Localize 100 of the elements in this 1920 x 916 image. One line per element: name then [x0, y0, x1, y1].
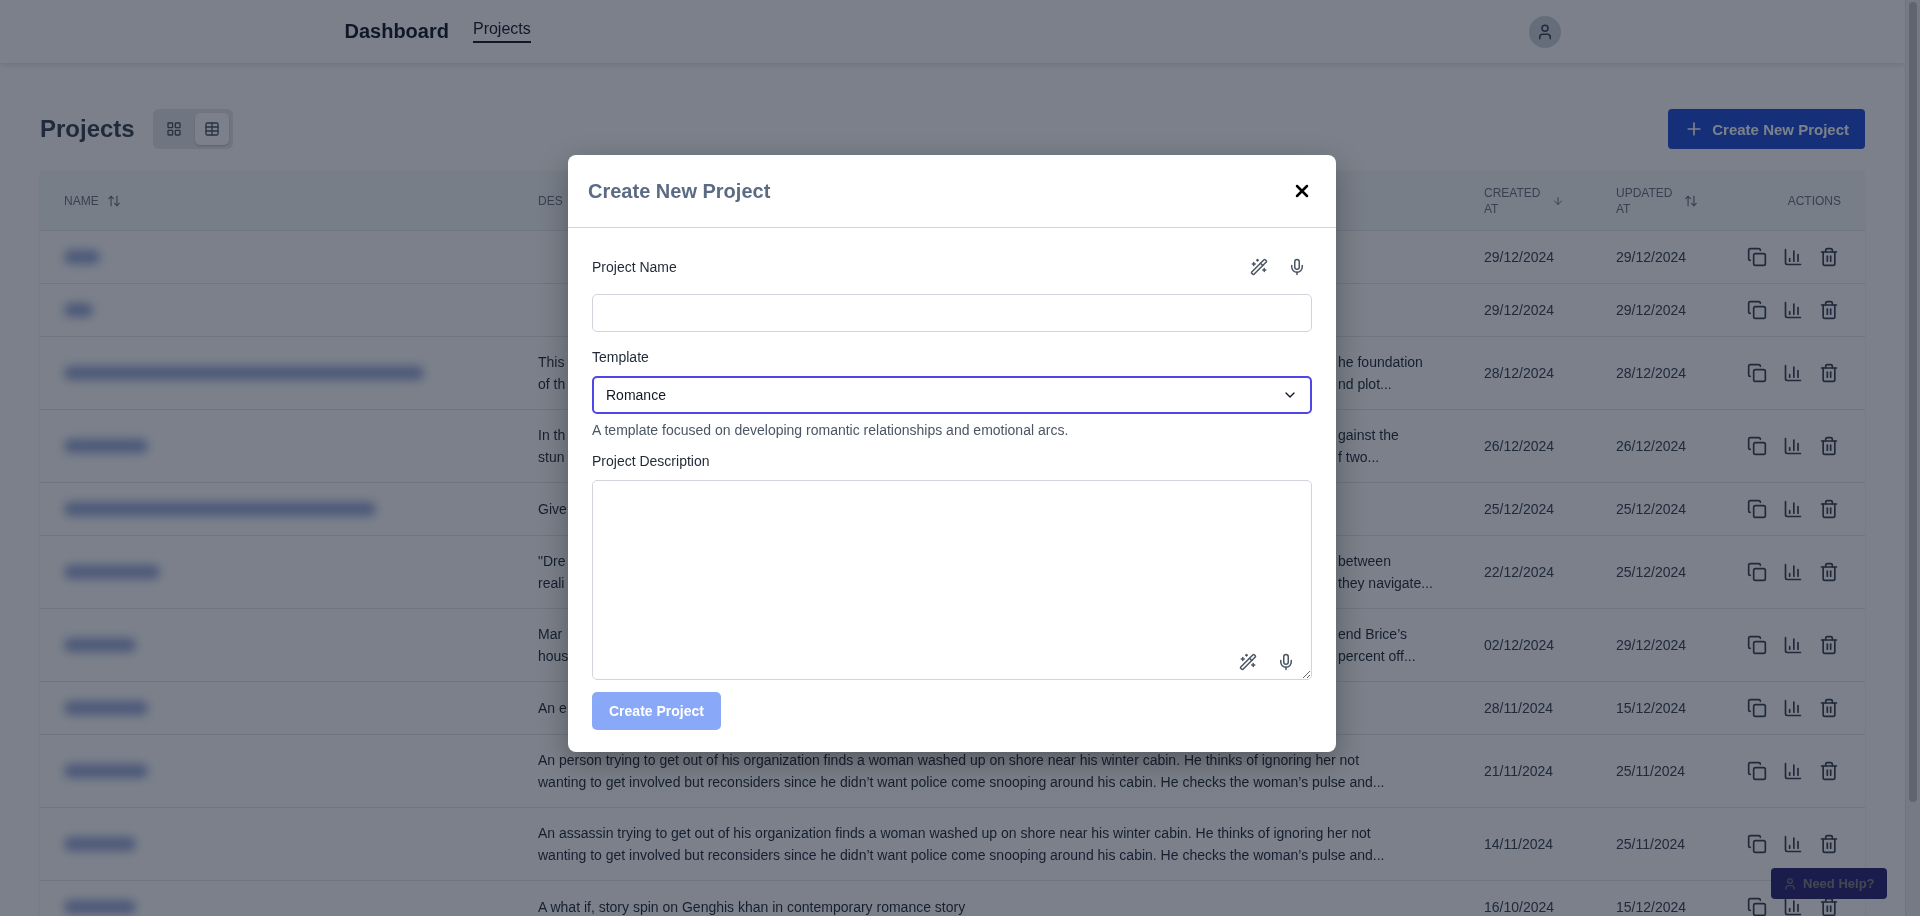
description-text: percent off...	[1338, 647, 1417, 666]
description-text: wanting to get involved but reconsiders since he didn’t want police come snooping around his cabin. He checks the woman’s pulse and...	[538, 773, 1386, 792]
bar-chart-icon[interactable]	[1783, 635, 1803, 655]
created-date: 25/12/2024	[1483, 501, 1556, 517]
copy-icon[interactable]	[1747, 698, 1767, 718]
bar-chart-icon[interactable]	[1783, 300, 1803, 320]
updated-date: 29/12/2024	[1615, 302, 1688, 318]
description-text: reali	[538, 574, 566, 593]
trash-icon[interactable]	[1819, 300, 1839, 320]
updated-date: 26/12/2024	[1615, 438, 1688, 454]
created-date: 28/11/2024	[1483, 700, 1555, 716]
sort-icon[interactable]	[1684, 193, 1698, 208]
template-hint: A template focused on developing romantic relationships and emotional arcs.	[592, 422, 1070, 438]
created-date: 29/12/2024	[1483, 249, 1556, 265]
description-text: This	[538, 353, 566, 372]
description-text: wanting to get involved but reconsiders since he didn’t want police come snooping around his cabin. He checks the woman’s pulse and...	[538, 846, 1386, 865]
trash-icon[interactable]	[1819, 363, 1839, 383]
description-text: An person trying to get out of his organization finds a woman washed up on shore near his winter cabin. He thinks of ignoring her not	[538, 751, 1361, 770]
table-icon	[203, 121, 220, 137]
field-label: Template	[592, 349, 649, 365]
created-date: 21/11/2024	[1483, 763, 1555, 779]
created-date: 14/11/2024	[1483, 836, 1555, 852]
column-header: ACTIONS	[1787, 192, 1841, 209]
copy-icon[interactable]	[1747, 499, 1767, 519]
trash-icon[interactable]	[1819, 436, 1839, 456]
bar-chart-icon[interactable]	[1783, 761, 1803, 781]
description-text: between	[1338, 552, 1392, 571]
trash-icon[interactable]	[1819, 499, 1839, 519]
copy-icon[interactable]	[1747, 363, 1767, 383]
trash-icon[interactable]	[1819, 247, 1839, 267]
bar-chart-icon[interactable]	[1783, 897, 1803, 916]
updated-date: 25/12/2024	[1615, 564, 1688, 580]
bar-chart-icon[interactable]	[1783, 499, 1803, 519]
column-header: NAME	[64, 192, 99, 209]
trash-icon[interactable]	[1819, 834, 1839, 854]
blurred-name	[64, 250, 100, 264]
template-select[interactable]: Romance	[592, 376, 1312, 414]
description-text: they navigate...	[1338, 574, 1434, 593]
bar-chart-icon[interactable]	[1783, 834, 1803, 854]
created-date: 26/12/2024	[1483, 438, 1556, 454]
person-icon	[1783, 876, 1797, 891]
description-text: gainst the	[1338, 426, 1400, 445]
updated-date: 15/12/2024	[1615, 899, 1688, 915]
blurred-name	[64, 837, 136, 851]
user-avatar-icon[interactable]	[1528, 15, 1561, 48]
trash-icon[interactable]	[1819, 562, 1839, 582]
view-button[interactable]	[194, 113, 229, 145]
bar-chart-icon[interactable]	[1783, 698, 1803, 718]
description-text: Mar	[538, 625, 564, 644]
scrollbar[interactable]	[1905, 0, 1920, 916]
description-text: stun	[538, 448, 566, 467]
description-text: f two...	[1338, 448, 1381, 467]
updated-date: 15/12/2024	[1615, 700, 1688, 716]
grid-icon	[165, 121, 182, 137]
field-label: Project Description	[592, 453, 710, 469]
description-text: hous	[538, 647, 568, 666]
description-text: end Brice’s	[1338, 625, 1408, 644]
copy-icon[interactable]	[1747, 761, 1767, 781]
bar-chart-icon[interactable]	[1783, 247, 1803, 267]
bar-chart-icon[interactable]	[1783, 436, 1803, 456]
bar-chart-icon[interactable]	[1783, 562, 1803, 582]
description-text: An e	[538, 699, 568, 718]
description-text: In th	[538, 426, 567, 445]
brand-title[interactable]: Dashboard	[344, 20, 449, 43]
created-date: 22/12/2024	[1483, 564, 1556, 580]
trash-icon[interactable]	[1819, 698, 1839, 718]
description-text: of th	[538, 375, 567, 394]
updated-date: 25/11/2024	[1615, 763, 1687, 779]
description-text: "Dre	[538, 552, 567, 571]
description-text: nd plot...	[1338, 375, 1393, 394]
updated-date: 25/11/2024	[1615, 836, 1687, 852]
description-text: he foundation	[1338, 353, 1424, 372]
created-date: 28/12/2024	[1483, 365, 1556, 381]
trash-icon[interactable]	[1819, 761, 1839, 781]
project-name-input[interactable]	[592, 294, 1312, 332]
copy-icon[interactable]	[1747, 247, 1767, 267]
bar-chart-icon[interactable]	[1783, 363, 1803, 383]
create-project-button[interactable]: Create New Project	[1668, 109, 1865, 149]
copy-icon[interactable]	[1747, 562, 1767, 582]
trash-icon[interactable]	[1819, 897, 1839, 916]
copy-icon[interactable]	[1747, 834, 1767, 854]
copy-icon[interactable]	[1747, 635, 1767, 655]
blurred-name	[64, 638, 136, 652]
nav-link[interactable]: Projects	[472, 20, 531, 43]
page-title: Projects	[40, 115, 135, 143]
updated-date: 29/12/2024	[1615, 249, 1688, 265]
blurred-name	[64, 900, 136, 914]
copy-icon[interactable]	[1747, 300, 1767, 320]
copy-icon[interactable]	[1747, 897, 1767, 916]
column-header: UPDATED AT	[1616, 184, 1674, 217]
created-date: 29/12/2024	[1483, 302, 1556, 318]
dialog-title: Create New Project	[588, 179, 771, 203]
trash-icon[interactable]	[1819, 635, 1839, 655]
copy-icon[interactable]	[1747, 436, 1767, 456]
blurred-name	[64, 303, 93, 317]
updated-date: 28/12/2024	[1615, 365, 1688, 381]
sort-icon[interactable]	[106, 193, 121, 208]
description-text: An assassin trying to get out of his organization finds a woman washed up on shore near his winter cabin. He thinks of ignoring her not	[538, 824, 1372, 843]
description-text: Give	[538, 500, 568, 519]
updated-date: 25/12/2024	[1615, 501, 1688, 517]
